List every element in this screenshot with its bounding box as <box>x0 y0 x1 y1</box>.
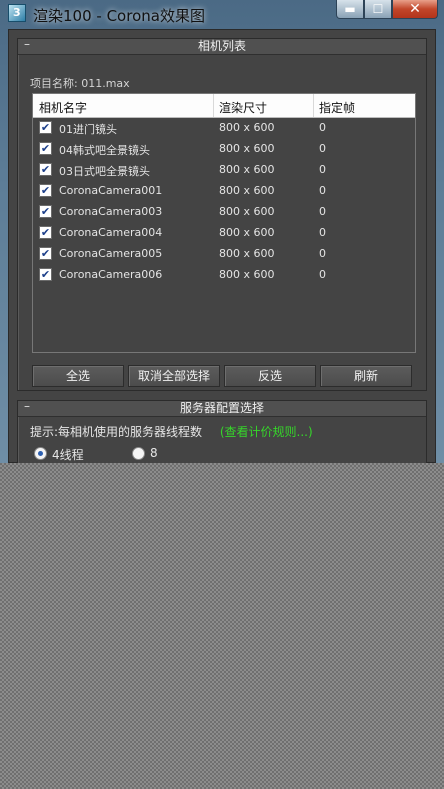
minimize-button[interactable]: ▬ <box>336 0 364 19</box>
server-config-title: 服务器配置选择 <box>179 401 264 415</box>
thread-radio-8[interactable] <box>132 447 145 460</box>
frame-value: 0 <box>319 184 326 197</box>
table-row[interactable]: ✔ 03日式吧全景镜头 800 x 600 0 <box>33 160 415 181</box>
camera-checkbox[interactable]: ✔ <box>39 184 52 197</box>
camera-name: 04韩式吧全景镜头 <box>59 144 150 157</box>
camera-name: CoronaCamera001 <box>59 184 163 197</box>
camera-name: CoronaCamera003 <box>59 205 163 218</box>
camera-checkbox[interactable]: ✔ <box>39 121 52 134</box>
table-header-row: 相机名字 渲染尺寸 指定帧 <box>33 94 415 118</box>
frame-value: 0 <box>319 226 326 239</box>
thread-hint-text: 提示:每相机使用的服务器线程数 <box>30 425 203 439</box>
frame-value: 0 <box>319 121 326 134</box>
collapse-toggle-icon[interactable]: – <box>24 37 30 52</box>
camera-checkbox[interactable]: ✔ <box>39 205 52 218</box>
pricing-rules-link[interactable]: (查看计价规则...) <box>220 425 313 439</box>
deselect-all-button[interactable]: 取消全部选择 <box>128 365 220 387</box>
frame-value: 0 <box>319 142 326 155</box>
frame-value: 0 <box>319 163 326 176</box>
render-size: 800 x 600 <box>219 226 275 239</box>
server-config-header[interactable]: – 服务器配置选择 <box>18 399 426 417</box>
render-size: 800 x 600 <box>219 163 275 176</box>
column-header-render-size[interactable]: 渲染尺寸 <box>219 99 267 116</box>
render-size: 800 x 600 <box>219 205 275 218</box>
thread-hint: 提示:每相机使用的服务器线程数 (查看计价规则...) <box>30 423 313 440</box>
table-row[interactable]: ✔ CoronaCamera006 800 x 600 0 <box>33 265 415 286</box>
select-all-button[interactable]: 全选 <box>32 365 124 387</box>
table-row[interactable]: ✔ CoronaCamera001 800 x 600 0 <box>33 181 415 202</box>
frame-value: 0 <box>319 268 326 281</box>
camera-name: CoronaCamera005 <box>59 247 163 260</box>
title-bar[interactable]: 渲染100 - Corona效果图 ▬ ☐ ✕ <box>0 0 444 28</box>
camera-checkbox[interactable]: ✔ <box>39 142 52 155</box>
maximize-button[interactable]: ☐ <box>364 0 392 19</box>
render-size: 800 x 600 <box>219 142 275 155</box>
refresh-button[interactable]: 刷新 <box>320 365 412 387</box>
render-size: 800 x 600 <box>219 121 275 134</box>
render-size: 800 x 600 <box>219 247 275 260</box>
column-divider[interactable] <box>213 94 214 117</box>
3dsmax-app-icon[interactable] <box>8 4 26 22</box>
camera-name: CoronaCamera004 <box>59 226 163 239</box>
render-size: 800 x 600 <box>219 268 275 281</box>
camera-checkbox[interactable]: ✔ <box>39 226 52 239</box>
camera-name: 03日式吧全景镜头 <box>59 165 150 178</box>
thread-radio-8-label[interactable]: 8 <box>150 446 158 460</box>
column-divider[interactable] <box>313 94 314 117</box>
table-row[interactable]: ✔ CoronaCamera003 800 x 600 0 <box>33 202 415 223</box>
column-header-frame[interactable]: 指定帧 <box>319 99 355 116</box>
camera-list-rollout: – 相机列表 项目名称: 011.max 相机名字 渲染尺寸 指定帧 ✔ 01进… <box>17 37 427 391</box>
table-row[interactable]: ✔ CoronaCamera004 800 x 600 0 <box>33 223 415 244</box>
camera-name: 01进门镜头 <box>59 123 117 136</box>
render-size: 800 x 600 <box>219 184 275 197</box>
dialog-client-area: – 相机列表 项目名称: 011.max 相机名字 渲染尺寸 指定帧 ✔ 01进… <box>8 29 436 470</box>
camera-table: 相机名字 渲染尺寸 指定帧 ✔ 01进门镜头 800 x 600 0 ✔ 04韩… <box>32 93 416 353</box>
thread-radio-4[interactable] <box>34 447 47 460</box>
server-config-rollout: – 服务器配置选择 提示:每相机使用的服务器线程数 (查看计价规则...) 4线… <box>17 399 427 470</box>
transparent-checker-area <box>0 463 444 789</box>
collapse-toggle-icon[interactable]: – <box>24 399 30 414</box>
camera-checkbox[interactable]: ✔ <box>39 268 52 281</box>
window-title: 渲染100 - Corona效果图 <box>33 7 205 25</box>
invert-selection-button[interactable]: 反选 <box>224 365 316 387</box>
table-row[interactable]: ✔ CoronaCamera005 800 x 600 0 <box>33 244 415 265</box>
frame-value: 0 <box>319 247 326 260</box>
column-header-camera-name[interactable]: 相机名字 <box>39 99 87 116</box>
camera-list-header[interactable]: – 相机列表 <box>18 37 426 55</box>
camera-list-title: 相机列表 <box>197 39 246 53</box>
window-controls: ▬ ☐ ✕ <box>336 0 438 20</box>
table-row[interactable]: ✔ 01进门镜头 800 x 600 0 <box>33 118 415 139</box>
camera-checkbox[interactable]: ✔ <box>39 163 52 176</box>
camera-checkbox[interactable]: ✔ <box>39 247 52 260</box>
frame-value: 0 <box>319 205 326 218</box>
thread-radio-4-label[interactable]: 4线程 <box>52 446 84 463</box>
camera-name: CoronaCamera006 <box>59 268 163 281</box>
close-button[interactable]: ✕ <box>392 0 438 19</box>
app-window: 渲染100 - Corona效果图 ▬ ☐ ✕ – 相机列表 项目名称: 011… <box>0 0 444 470</box>
project-name-label: 项目名称: 011.max <box>30 77 130 90</box>
table-row[interactable]: ✔ 04韩式吧全景镜头 800 x 600 0 <box>33 139 415 160</box>
